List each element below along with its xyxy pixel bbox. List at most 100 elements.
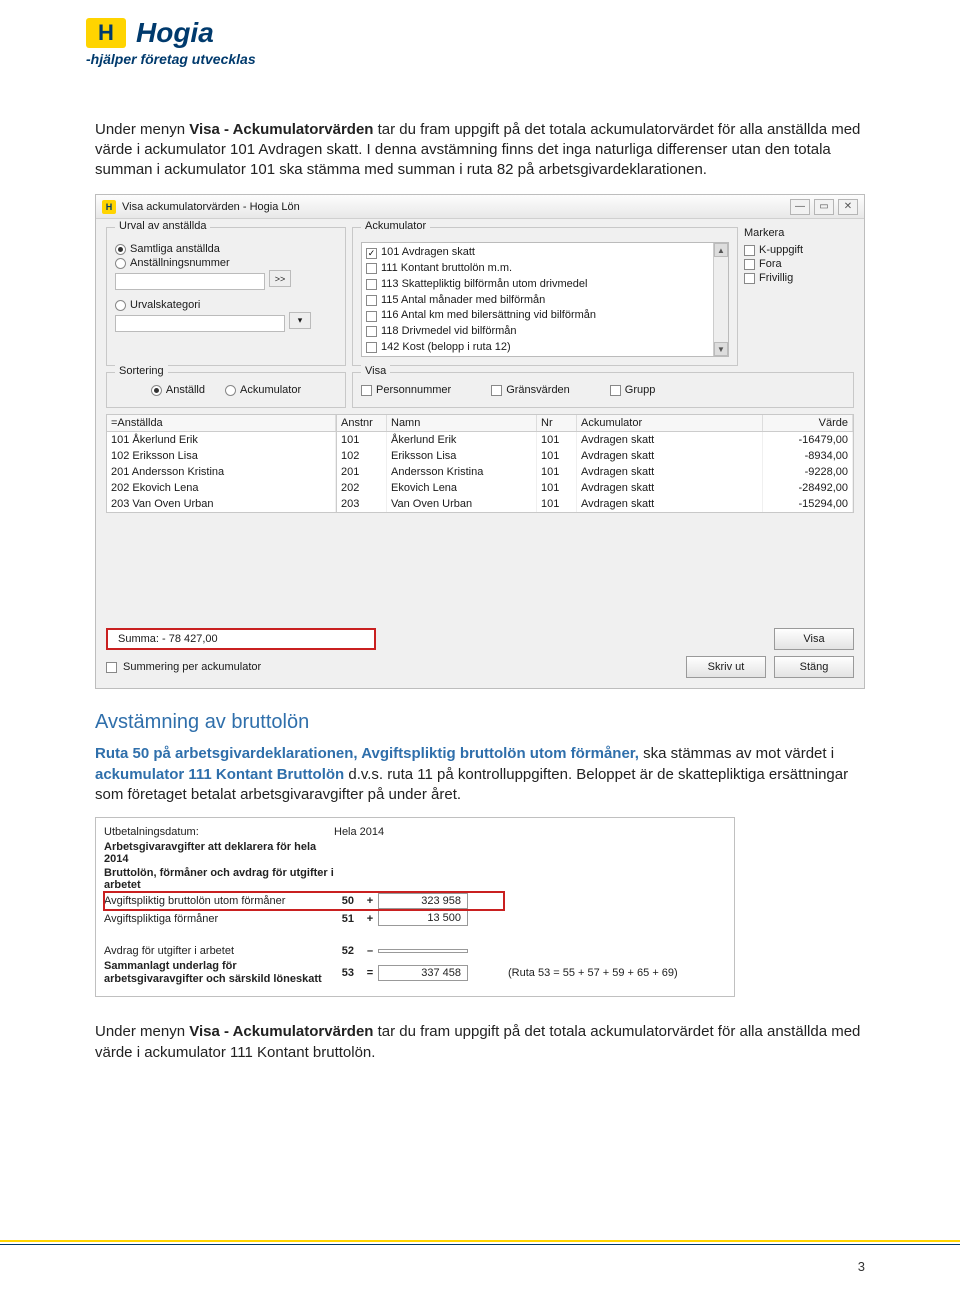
ack-item[interactable]: 111 Kontant bruttolön m.m.: [366, 261, 709, 277]
check-frivillig[interactable]: Frivillig: [744, 271, 854, 285]
ack-item[interactable]: 113 Skattepliktig bilförmån utom drivmed…: [366, 277, 709, 293]
intro-paragraph: Under menyn Visa - Ackumulatorvärden tar…: [95, 120, 865, 181]
check-personnr[interactable]: Personnummer: [361, 383, 451, 397]
label-avdrag: Avdrag för utgifter i arbetet: [104, 945, 334, 957]
group-sortering: Sortering Anställd Ackumulator: [106, 372, 346, 408]
brand-header: H Hogia: [0, 0, 960, 48]
minimize-button[interactable]: —: [790, 199, 810, 215]
check-fora[interactable]: Fora: [744, 257, 854, 271]
section-heading: Avstämning av bruttolön: [95, 711, 865, 734]
summa-box: Summa: - 78 427,00: [106, 628, 376, 650]
table-row[interactable]: 101Åkerlund Erik101Avdragen skatt-16479,…: [337, 432, 853, 448]
label-utbetdatum: Utbetalningsdatum:: [104, 826, 334, 838]
table-row[interactable]: 203Van Oven Urban101Avdragen skatt-15294…: [337, 496, 853, 512]
ack-item[interactable]: 115 Antal månader med bilförmån: [366, 293, 709, 309]
ack-item[interactable]: 101 Avdragen skatt: [366, 245, 709, 261]
op-eq: =: [362, 967, 378, 979]
label-sammanlagt: Sammanlagt underlag för arbetsgivaravgif…: [104, 960, 334, 985]
logo-mark: H: [86, 18, 126, 48]
label-summering: Summering per ackumulator: [123, 661, 261, 673]
label-arbetsgivar: Arbetsgivaravgifter att deklarera för he…: [104, 841, 334, 865]
stepper-button[interactable]: >>: [269, 270, 291, 287]
group-ackumulator: Ackumulator 101 Avdragen skatt 111 Konta…: [352, 227, 738, 366]
opt-kategori[interactable]: Urvalskategori: [115, 298, 337, 312]
table-row[interactable]: 202Ekovich Lena101Avdragen skatt-28492,0…: [337, 480, 853, 496]
scroll-down-icon[interactable]: ▼: [714, 342, 728, 356]
op-plus: +: [362, 913, 378, 925]
logo: H Hogia: [86, 18, 960, 48]
col-varde: Värde: [763, 415, 853, 431]
group-ack-title: Ackumulator: [361, 220, 430, 232]
scroll-up-icon[interactable]: ▲: [714, 243, 728, 257]
outro-paragraph: Under menyn Visa - Ackumulatorvärden tar…: [95, 1022, 865, 1063]
grid-left: =Anställda 101 Åkerlund Erik 102 Eriksso…: [107, 415, 337, 512]
footer-rule: [0, 1240, 960, 1242]
ack-item[interactable]: 118 Drivmedel vid bilförmån: [366, 324, 709, 340]
list-item[interactable]: 203 Van Oven Urban: [107, 496, 336, 512]
opt-samtliga[interactable]: Samtliga anställda: [115, 242, 337, 256]
select-kategori[interactable]: [115, 315, 285, 332]
markera-label: Markera: [744, 227, 854, 239]
op-minus: –: [362, 945, 378, 957]
visa-title: Visa: [361, 365, 390, 377]
list-item[interactable]: 201 Andersson Kristina: [107, 464, 336, 480]
panel-arbetsgivaravgifter: Utbetalningsdatum:Hela 2014 Arbetsgivara…: [95, 817, 735, 997]
value-50: 323 958: [378, 893, 468, 909]
close-button[interactable]: ✕: [838, 199, 858, 215]
group-urval: Urval av anställda Samtliga anställda An…: [106, 227, 346, 366]
check-grupp[interactable]: Grupp: [610, 383, 656, 397]
sort-title: Sortering: [115, 365, 168, 377]
list-item[interactable]: 102 Eriksson Lisa: [107, 448, 336, 464]
ack-item[interactable]: 116 Antal km med bilersättning vid bilfö…: [366, 308, 709, 324]
group-markera: Markera K-uppgift Fora Frivillig: [744, 227, 854, 366]
ruta-51: 51: [334, 913, 362, 925]
value-53: 337 458: [378, 965, 468, 981]
dialog-titlebar[interactable]: H Visa ackumulatorvärden - Hogia Lön — ▭…: [96, 195, 864, 219]
col-ack: Ackumulator: [577, 415, 763, 431]
list-item[interactable]: 101 Åkerlund Erik: [107, 432, 336, 448]
col-namn: Namn: [387, 415, 537, 431]
formula-note: (Ruta 53 = 55 + 57 + 59 + 65 + 69): [508, 967, 678, 979]
dialog-title: Visa ackumulatorvärden - Hogia Lön: [122, 201, 300, 213]
grid-right: Anstnr Namn Nr Ackumulator Värde 101Åker…: [337, 415, 853, 512]
table-row[interactable]: 201Andersson Kristina101Avdragen skatt-9…: [337, 464, 853, 480]
maximize-button[interactable]: ▭: [814, 199, 834, 215]
group-urval-title: Urval av anställda: [115, 220, 210, 232]
check-summering[interactable]: [106, 662, 117, 673]
logo-text: Hogia: [136, 19, 214, 47]
value-utbetdatum: Hela 2014: [334, 826, 384, 838]
check-gransvarden[interactable]: Gränsvärden: [491, 383, 570, 397]
value-52: [378, 949, 468, 953]
dropdown-icon[interactable]: ▾: [289, 312, 311, 329]
sort-anstalld[interactable]: Anställd: [151, 383, 205, 397]
visa-button[interactable]: Visa: [774, 628, 854, 650]
input-anstnr[interactable]: [115, 273, 265, 290]
sort-ackumulator[interactable]: Ackumulator: [225, 383, 301, 397]
stang-button[interactable]: Stäng: [774, 656, 854, 678]
logo-tagline: -hjälper företag utvecklas: [86, 50, 960, 70]
label-bruttolon: Bruttolön, förmåner och avdrag för utgif…: [104, 867, 334, 891]
label-avgiftspl: Avgiftspliktig bruttolön utom förmåner: [104, 895, 334, 907]
check-kuppgift[interactable]: K-uppgift: [744, 243, 854, 257]
ack-list[interactable]: 101 Avdragen skatt 111 Kontant bruttolön…: [361, 242, 729, 357]
result-grid[interactable]: =Anställda 101 Åkerlund Erik 102 Eriksso…: [106, 414, 854, 513]
section-paragraph: Ruta 50 på arbetsgivardeklarationen, Avg…: [95, 744, 865, 805]
list-item[interactable]: 202 Ekovich Lena: [107, 480, 336, 496]
ruta-52: 52: [334, 945, 362, 957]
ack-item[interactable]: 142 Kost (belopp i ruta 12): [366, 340, 709, 356]
col-anstnr: Anstnr: [337, 415, 387, 431]
opt-anstnr[interactable]: Anställningsnummer: [115, 256, 337, 270]
page-number: 3: [858, 1259, 865, 1274]
ack-item[interactable]: 145 Parkering (belopp i ruta 12): [366, 356, 709, 358]
ruta-53: 53: [334, 967, 362, 979]
group-visa: Visa Personnummer Gränsvärden Grupp: [352, 372, 854, 408]
skrivut-button[interactable]: Skriv ut: [686, 656, 766, 678]
col-nr: Nr: [537, 415, 577, 431]
scrollbar[interactable]: ▲ ▼: [713, 243, 728, 356]
table-row[interactable]: 102Eriksson Lisa101Avdragen skatt-8934,0…: [337, 448, 853, 464]
label-formaner: Avgiftspliktiga förmåner: [104, 913, 334, 925]
ruta-50: 50: [334, 895, 362, 907]
dialog-ackumulator: H Visa ackumulatorvärden - Hogia Lön — ▭…: [95, 194, 865, 689]
op-plus: +: [362, 895, 378, 907]
value-51: 13 500: [378, 911, 468, 926]
